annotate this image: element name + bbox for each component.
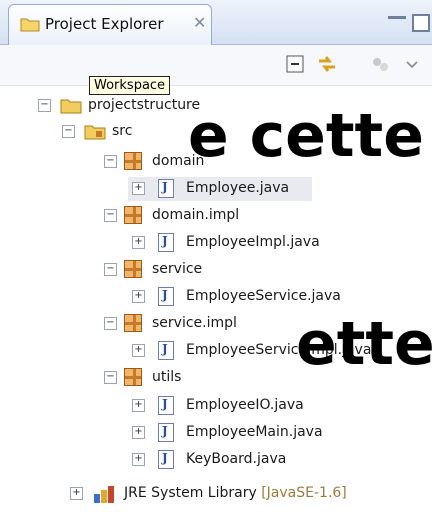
chevron-down-icon[interactable] (404, 53, 420, 75)
window-controls (388, 10, 432, 32)
project-explorer-view: Project Explorer ✕ − projectstructure − … (0, 0, 432, 521)
tree-node-file[interactable]: + J EmployeeImpl.java (128, 231, 418, 255)
collapse-icon[interactable]: − (104, 263, 117, 276)
tree-node-file[interactable]: + J EmployeeService.java (128, 285, 418, 309)
java-file-icon: J (158, 341, 174, 360)
java-file-icon: J (158, 396, 174, 415)
expand-icon[interactable]: + (70, 487, 83, 500)
library-icon (94, 486, 114, 503)
collapse-icon[interactable]: − (62, 125, 75, 138)
expand-icon[interactable]: + (132, 344, 145, 357)
tab-title: Project Explorer (45, 15, 164, 33)
link-with-editor-icon[interactable] (316, 53, 338, 75)
java-file-icon: J (158, 233, 174, 252)
collapse-icon[interactable]: − (104, 209, 117, 222)
workspace-tooltip: Workspace (89, 76, 171, 95)
folder-icon (20, 18, 40, 32)
package-icon (124, 152, 142, 170)
java-file-icon: J (158, 450, 174, 469)
tree-node-package[interactable]: − domain.impl (0, 204, 432, 228)
collapse-icon[interactable]: − (104, 155, 117, 168)
package-icon (124, 260, 142, 278)
tree-node-library[interactable]: + JRE System Library [JavaSE-1.6] (0, 482, 432, 506)
expand-icon[interactable]: + (132, 426, 145, 439)
source-folder-icon (84, 125, 106, 140)
view-menu-icon[interactable] (370, 53, 392, 75)
package-icon (124, 314, 142, 332)
java-file-icon: J (158, 423, 174, 442)
collapse-icon[interactable]: − (104, 371, 117, 384)
java-file-icon: J (158, 287, 174, 306)
collapse-icon[interactable]: − (38, 99, 51, 112)
expand-icon[interactable]: + (132, 290, 145, 303)
view-toolbar (0, 45, 432, 86)
tab-project-explorer[interactable]: Project Explorer ✕ (8, 4, 212, 45)
expand-icon[interactable]: + (132, 236, 145, 249)
tree-node-package[interactable]: − service (0, 258, 432, 282)
java-file-icon: J (158, 179, 174, 198)
collapse-icon[interactable]: − (104, 317, 117, 330)
maximize-icon[interactable] (412, 14, 430, 32)
package-icon (124, 368, 142, 386)
project-folder-icon (60, 99, 82, 114)
expand-icon[interactable]: + (132, 182, 145, 195)
package-icon (124, 206, 142, 224)
overlay-text: ette (296, 309, 432, 379)
view-tab-bar: Project Explorer ✕ (0, 0, 432, 45)
tree-node-file[interactable]: + J Employee.java (128, 177, 312, 201)
close-icon[interactable]: ✕ (193, 13, 206, 32)
minimize-icon[interactable] (388, 16, 406, 19)
tree-node-file[interactable]: + J KeyBoard.java (128, 448, 418, 472)
tree-node-file[interactable]: + J EmployeeIO.java (128, 394, 418, 418)
collapse-all-icon[interactable] (284, 53, 306, 75)
overlay-text: e cette (188, 101, 424, 171)
expand-icon[interactable]: + (132, 399, 145, 412)
tree-node-file[interactable]: + J EmployeeMain.java (128, 421, 418, 445)
expand-icon[interactable]: + (132, 453, 145, 466)
